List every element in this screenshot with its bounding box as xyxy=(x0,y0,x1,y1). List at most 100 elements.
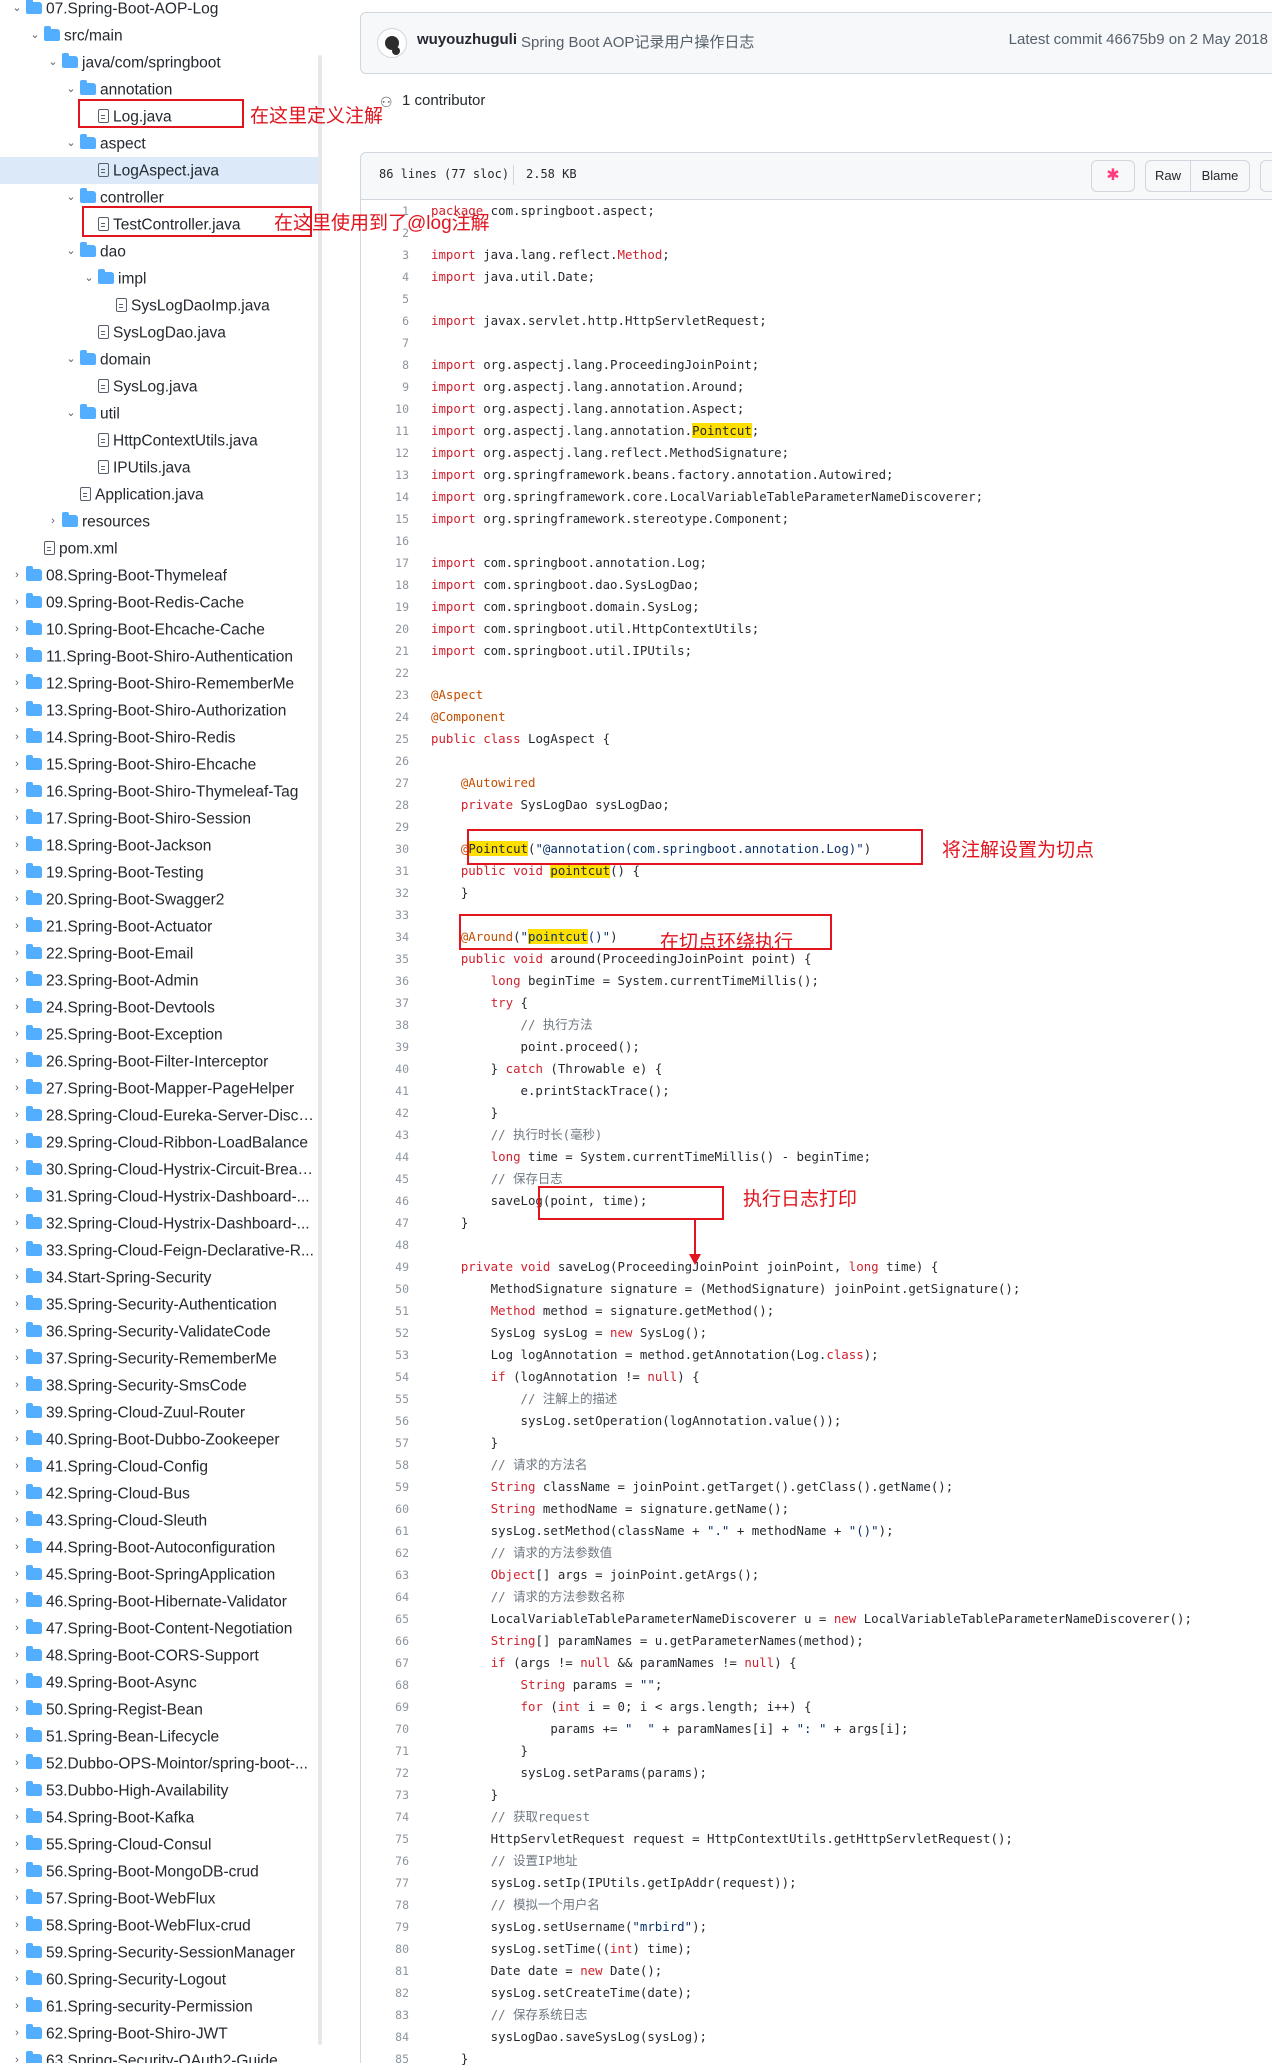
tree-folder-item[interactable]: › 11.Spring-Boot-Shiro-Authentication xyxy=(0,643,318,670)
tree-folder-item[interactable]: › 35.Spring-Security-Authentication xyxy=(0,1291,318,1318)
tree-folder-item[interactable]: › 53.Dubbo-High-Availability xyxy=(0,1777,318,1804)
tree-file-item[interactable]: pom.xml xyxy=(0,535,318,562)
chevron-right-icon[interactable]: › xyxy=(10,1858,24,1885)
line-number[interactable]: 13 xyxy=(361,464,409,486)
chevron-right-icon[interactable]: › xyxy=(10,1318,24,1345)
copilot-icon-button[interactable]: ✱ xyxy=(1091,160,1135,192)
line-number[interactable]: 25 xyxy=(361,728,409,750)
line-number[interactable]: 79 xyxy=(361,1916,409,1938)
chevron-right-icon[interactable]: › xyxy=(10,1993,24,2020)
line-number[interactable]: 64 xyxy=(361,1586,409,1608)
tree-folder-item[interactable]: › 51.Spring-Bean-Lifecycle xyxy=(0,1723,318,1750)
line-number[interactable]: 73 xyxy=(361,1784,409,1806)
tree-folder-item[interactable]: ⌄ aspect xyxy=(0,130,318,157)
line-number[interactable]: 47 xyxy=(361,1212,409,1234)
sidebar-scrollbar[interactable] xyxy=(318,55,322,2045)
tree-folder-item[interactable]: › 12.Spring-Boot-Shiro-RememberMe xyxy=(0,670,318,697)
line-number[interactable]: 45 xyxy=(361,1168,409,1190)
chevron-right-icon[interactable]: › xyxy=(10,778,24,805)
line-number[interactable]: 61 xyxy=(361,1520,409,1542)
chevron-right-icon[interactable]: › xyxy=(10,1291,24,1318)
line-number[interactable]: 80 xyxy=(361,1938,409,1960)
chevron-right-icon[interactable]: › xyxy=(10,1426,24,1453)
chevron-down-icon[interactable]: ⌄ xyxy=(10,0,24,22)
chevron-right-icon[interactable]: › xyxy=(10,1615,24,1642)
chevron-right-icon[interactable]: › xyxy=(10,1939,24,1966)
chevron-down-icon[interactable]: ⌄ xyxy=(64,346,78,373)
tree-folder-item[interactable]: › 33.Spring-Cloud-Feign-Declarative-R... xyxy=(0,1237,318,1264)
line-number[interactable]: 44 xyxy=(361,1146,409,1168)
line-number[interactable]: 24 xyxy=(361,706,409,728)
chevron-right-icon[interactable]: › xyxy=(10,751,24,778)
line-number[interactable]: 7 xyxy=(361,332,409,354)
tree-folder-item[interactable]: › 39.Spring-Cloud-Zuul-Router xyxy=(0,1399,318,1426)
tree-folder-item[interactable]: › 49.Spring-Boot-Async xyxy=(0,1669,318,1696)
author-avatar[interactable] xyxy=(377,28,407,58)
chevron-right-icon[interactable]: › xyxy=(10,1966,24,1993)
chevron-right-icon[interactable]: › xyxy=(10,1210,24,1237)
line-number[interactable]: 60 xyxy=(361,1498,409,1520)
line-number[interactable]: 65 xyxy=(361,1608,409,1630)
line-number[interactable]: 3 xyxy=(361,244,409,266)
line-number[interactable]: 14 xyxy=(361,486,409,508)
tree-folder-item[interactable]: ⌄ java/com/springboot xyxy=(0,49,318,76)
chevron-right-icon[interactable]: › xyxy=(10,1750,24,1777)
line-number[interactable]: 42 xyxy=(361,1102,409,1124)
tree-folder-item[interactable]: › 59.Spring-Security-SessionManager xyxy=(0,1939,318,1966)
line-number[interactable]: 82 xyxy=(361,1982,409,2004)
chevron-right-icon[interactable]: › xyxy=(10,1588,24,1615)
tree-folder-item[interactable]: › 10.Spring-Boot-Ehcache-Cache xyxy=(0,616,318,643)
chevron-right-icon[interactable]: › xyxy=(10,1669,24,1696)
blame-button[interactable]: Blame xyxy=(1190,160,1250,192)
line-number[interactable]: 71 xyxy=(361,1740,409,1762)
line-number[interactable]: 6 xyxy=(361,310,409,332)
line-number[interactable]: 62 xyxy=(361,1542,409,1564)
tree-folder-item[interactable]: › 55.Spring-Cloud-Consul xyxy=(0,1831,318,1858)
tree-folder-item[interactable]: › 08.Spring-Boot-Thymeleaf xyxy=(0,562,318,589)
chevron-right-icon[interactable]: › xyxy=(10,1075,24,1102)
tree-folder-item[interactable]: › 20.Spring-Boot-Swagger2 xyxy=(0,886,318,913)
line-number[interactable]: 58 xyxy=(361,1454,409,1476)
line-number[interactable]: 29 xyxy=(361,816,409,838)
tree-file-item[interactable]: SysLog.java xyxy=(0,373,318,400)
tree-folder-item[interactable]: › 31.Spring-Cloud-Hystrix-Dashboard-... xyxy=(0,1183,318,1210)
tree-folder-item[interactable]: › 61.Spring-security-Permission xyxy=(0,1993,318,2020)
chevron-down-icon[interactable]: ⌄ xyxy=(64,76,78,103)
line-number[interactable]: 37 xyxy=(361,992,409,1014)
chevron-right-icon[interactable]: › xyxy=(10,1237,24,1264)
line-number[interactable]: 34 xyxy=(361,926,409,948)
tree-folder-item[interactable]: › 57.Spring-Boot-WebFlux xyxy=(0,1885,318,1912)
raw-button[interactable]: Raw xyxy=(1145,160,1191,192)
line-number[interactable]: 48 xyxy=(361,1234,409,1256)
tree-folder-item[interactable]: › 40.Spring-Boot-Dubbo-Zookeeper xyxy=(0,1426,318,1453)
line-number[interactable]: 83 xyxy=(361,2004,409,2026)
line-number[interactable]: 76 xyxy=(361,1850,409,1872)
tree-folder-item[interactable]: › 13.Spring-Boot-Shiro-Authorization xyxy=(0,697,318,724)
tree-folder-item[interactable]: › 16.Spring-Boot-Shiro-Thymeleaf-Tag xyxy=(0,778,318,805)
line-number[interactable]: 74 xyxy=(361,1806,409,1828)
line-number[interactable]: 78 xyxy=(361,1894,409,1916)
latest-commit-info[interactable]: Latest commit 46675b9 on 2 May 2018 xyxy=(1009,31,1268,48)
line-number[interactable]: 55 xyxy=(361,1388,409,1410)
chevron-down-icon[interactable]: ⌄ xyxy=(64,238,78,265)
line-number[interactable]: 63 xyxy=(361,1564,409,1586)
chevron-right-icon[interactable]: › xyxy=(10,670,24,697)
line-number[interactable]: 27 xyxy=(361,772,409,794)
line-number[interactable]: 33 xyxy=(361,904,409,926)
tree-folder-item[interactable]: › 19.Spring-Boot-Testing xyxy=(0,859,318,886)
chevron-down-icon[interactable]: ⌄ xyxy=(64,130,78,157)
tree-folder-item[interactable]: › 44.Spring-Boot-Autoconfiguration xyxy=(0,1534,318,1561)
chevron-right-icon[interactable]: › xyxy=(10,616,24,643)
chevron-right-icon[interactable]: › xyxy=(10,1534,24,1561)
line-number[interactable]: 16 xyxy=(361,530,409,552)
line-number[interactable]: 53 xyxy=(361,1344,409,1366)
chevron-right-icon[interactable]: › xyxy=(10,1264,24,1291)
commit-author-link[interactable]: wuyouzhuguli xyxy=(417,31,517,48)
chevron-right-icon[interactable]: › xyxy=(10,994,24,1021)
tree-folder-item[interactable]: › 23.Spring-Boot-Admin xyxy=(0,967,318,994)
chevron-right-icon[interactable]: › xyxy=(10,1723,24,1750)
tree-folder-item[interactable]: › 14.Spring-Boot-Shiro-Redis xyxy=(0,724,318,751)
tree-folder-item[interactable]: › 25.Spring-Boot-Exception xyxy=(0,1021,318,1048)
line-number[interactable]: 8 xyxy=(361,354,409,376)
line-number[interactable]: 50 xyxy=(361,1278,409,1300)
